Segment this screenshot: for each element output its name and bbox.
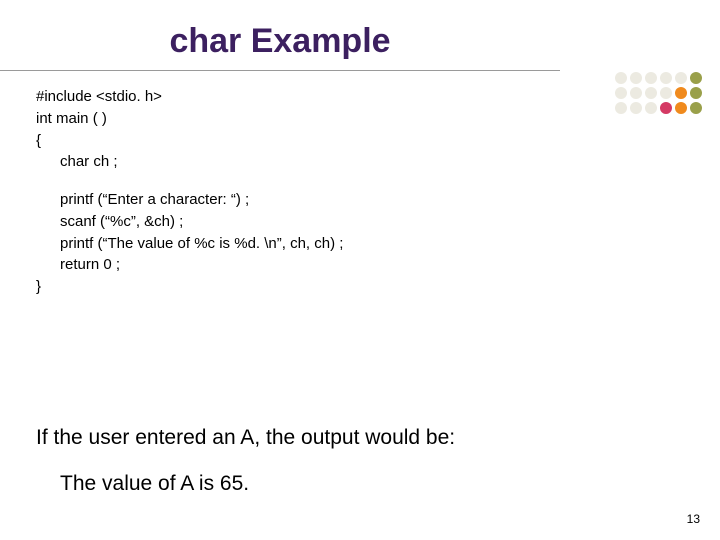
code-line: int main ( ) (36, 108, 684, 130)
code-line: { (36, 130, 684, 152)
dot-icon (615, 72, 627, 84)
dot-icon (675, 72, 687, 84)
code-line: scanf (“%c”, &ch) ; (36, 211, 684, 233)
dot-icon (690, 87, 702, 99)
code-block: #include <stdio. h> int main ( ) { char … (36, 86, 684, 298)
code-line: #include <stdio. h> (36, 86, 684, 108)
output-text: The value of A is 65. (60, 472, 684, 496)
title-underline (0, 70, 560, 71)
code-line: } (36, 276, 684, 298)
slide-title: char Example (0, 22, 560, 61)
explanation-text: If the user entered an A, the output wou… (36, 426, 684, 450)
dot-icon (690, 102, 702, 114)
slide: char Example #include <stdio. h> int mai… (0, 0, 720, 540)
dot-icon (645, 72, 657, 84)
code-line: return 0 ; (36, 254, 684, 276)
code-line: char ch ; (36, 151, 684, 173)
dot-icon (690, 72, 702, 84)
page-number: 13 (687, 512, 700, 526)
dot-icon (630, 72, 642, 84)
blank-line (36, 173, 684, 189)
code-line: printf (“The value of %c is %d. \n”, ch,… (36, 233, 684, 255)
dot-icon (660, 72, 672, 84)
code-line: printf (“Enter a character: “) ; (36, 189, 684, 211)
